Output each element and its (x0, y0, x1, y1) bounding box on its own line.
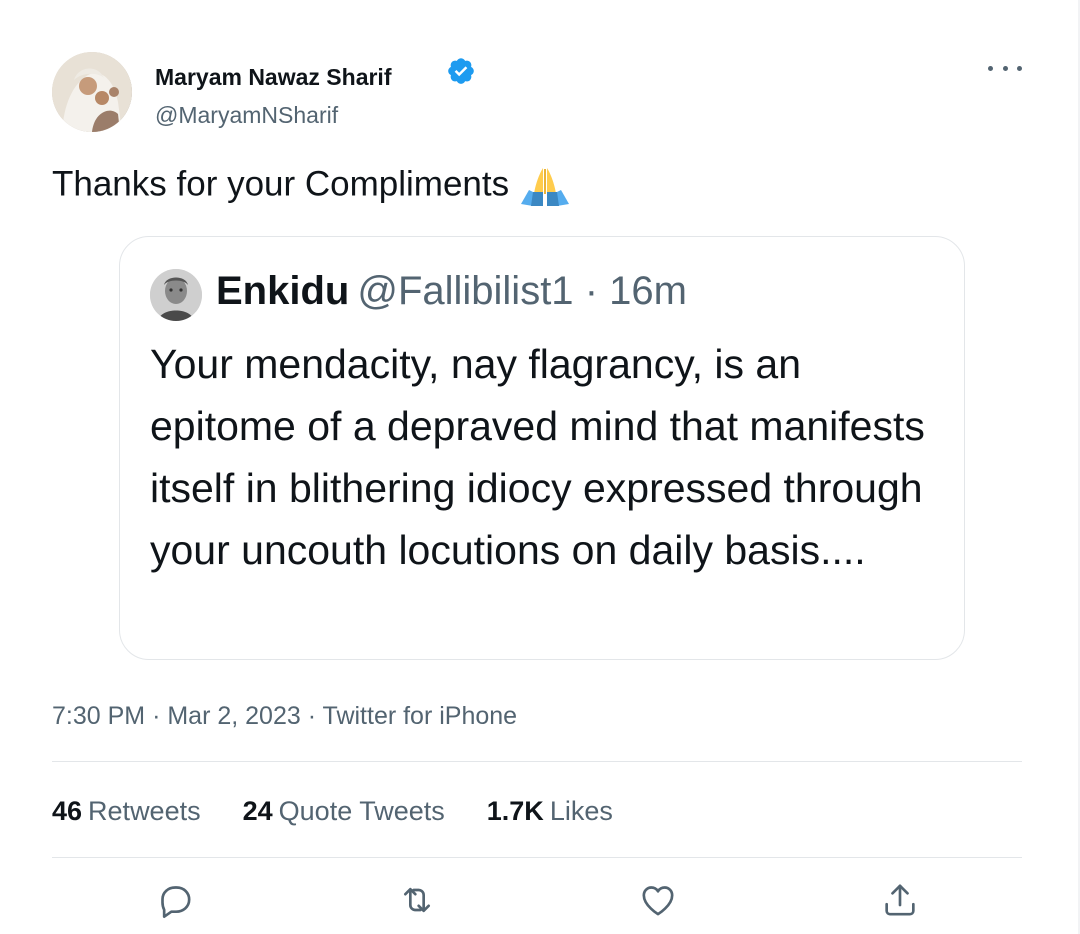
reply-icon[interactable] (155, 880, 195, 920)
retweets-stat[interactable]: 46 Retweets (52, 796, 201, 827)
quoted-header: Enkidu @Fallibilist1 · 16m (216, 269, 687, 314)
tweet-text: Thanks for your Compliments (52, 164, 571, 208)
quoted-author-avatar (150, 269, 202, 321)
tweet-meta: 7:30 PM · Mar 2, 2023 · Twitter for iPho… (52, 702, 517, 731)
more-options-icon[interactable] (988, 56, 1022, 80)
separator-dot: · (584, 269, 599, 313)
author-avatar[interactable] (52, 52, 132, 132)
quotes-label: Quote Tweets (278, 796, 445, 826)
more-dot (1017, 65, 1022, 71)
author-handle[interactable]: @MaryamNSharif (155, 102, 338, 129)
likes-label: Likes (549, 796, 613, 826)
quoted-author-handle: @Fallibilist1 (357, 269, 574, 313)
tweet-stats: 46 Retweets 24 Quote Tweets 1.7K Likes (52, 796, 655, 827)
tweet-date[interactable]: Mar 2, 2023 (167, 702, 300, 730)
quotes-count: 24 (242, 796, 273, 826)
retweets-count: 46 (52, 796, 83, 826)
heart-icon[interactable] (638, 880, 678, 920)
more-dot (1002, 65, 1008, 71)
folded-hands-icon (521, 168, 570, 206)
quoted-author-name: Enkidu (216, 269, 350, 313)
share-icon[interactable] (880, 880, 920, 920)
likes-stat[interactable]: 1.7K Likes (487, 796, 613, 827)
more-dot (988, 65, 993, 71)
divider (52, 857, 1022, 858)
divider (52, 761, 1022, 762)
tweet-text-content: Thanks for your Compliments (52, 164, 510, 204)
verified-badge-icon (448, 58, 474, 84)
tweet-source[interactable]: Twitter for iPhone (323, 702, 518, 730)
author-name[interactable]: Maryam Nawaz Sharif (155, 64, 391, 91)
likes-count: 1.7K (486, 796, 544, 826)
quoted-tweet-card[interactable]: Enkidu @Fallibilist1 · 16m Your mendacity… (119, 236, 965, 660)
meta-separator: · (307, 702, 317, 730)
quoted-time: 16m (609, 269, 687, 313)
quoted-separator: · (574, 269, 610, 313)
quoted-text: Your mendacity, nay flagrancy, is an epi… (150, 341, 925, 573)
retweets-label: Retweets (88, 796, 201, 826)
meta-separator: · (152, 702, 161, 730)
retweet-icon[interactable] (397, 880, 437, 920)
tweet-time[interactable]: 7:30 PM (52, 702, 145, 730)
quote-tweets-stat[interactable]: 24 Quote Tweets (243, 796, 445, 827)
